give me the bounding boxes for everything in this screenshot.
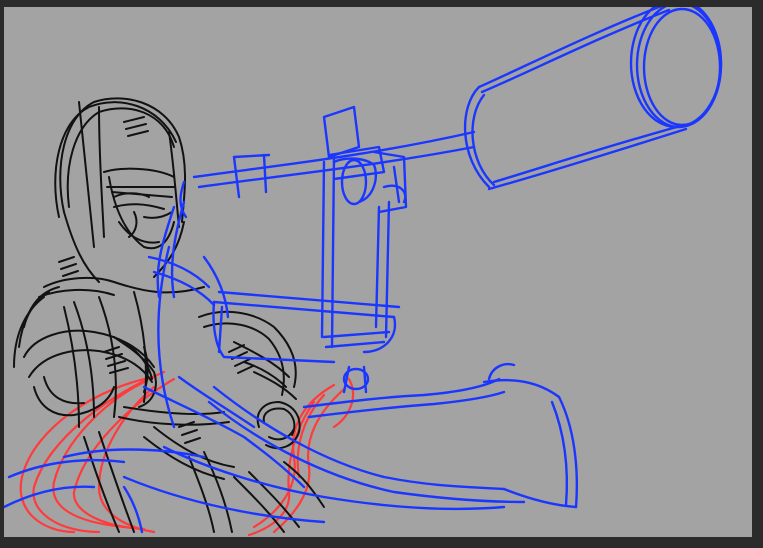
drawing-canvas[interactable] [4, 7, 752, 537]
app-frame [0, 0, 763, 548]
blue-weapon-strokes [4, 7, 723, 534]
canvas-gutter-bottom [0, 537, 763, 548]
canvas-gutter-right [752, 0, 763, 548]
sketch-artwork [4, 7, 723, 537]
black-figure-strokes [13, 97, 325, 533]
